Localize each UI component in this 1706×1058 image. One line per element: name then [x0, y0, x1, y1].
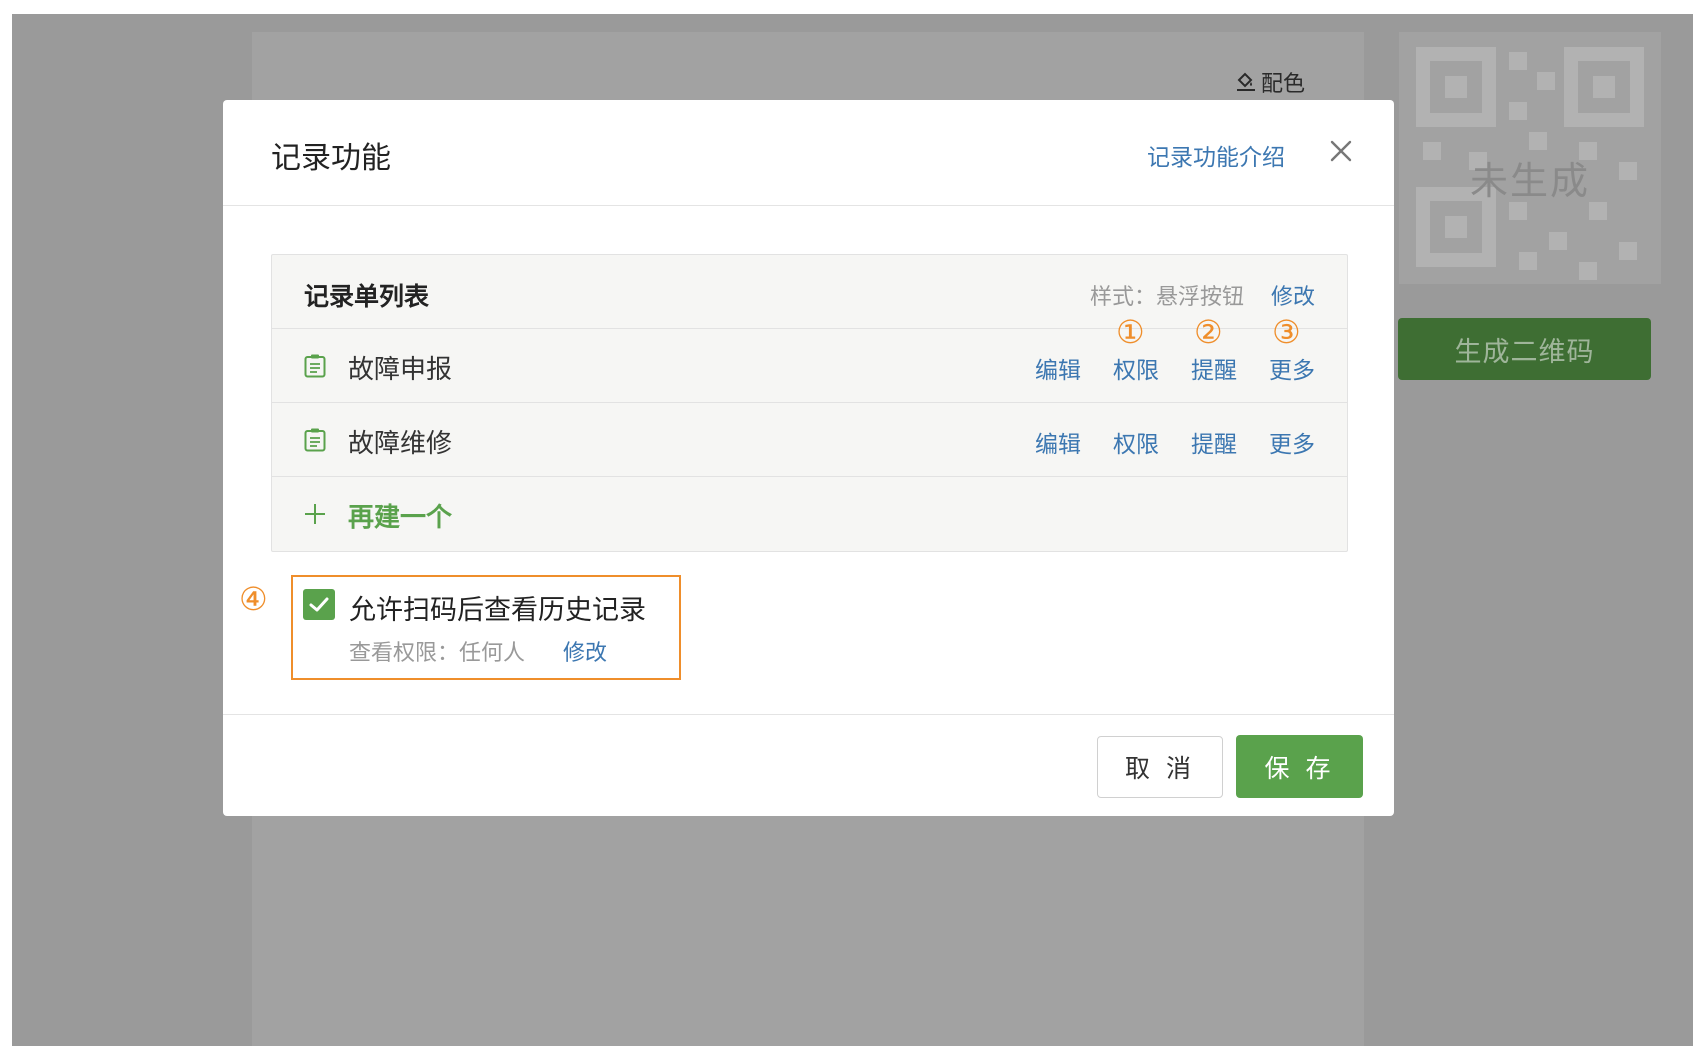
permission-link[interactable]: 权限: [1113, 351, 1159, 385]
list-item: 故障申报 编辑 权限 提醒 更多: [272, 329, 1347, 403]
style-label: 样式：悬浮按钮: [1089, 285, 1244, 310]
dialog-footer: 取 消 保 存: [223, 714, 1394, 816]
dialog-title: 记录功能: [271, 141, 391, 176]
dialog-header: 记录功能 记录功能介绍: [223, 100, 1394, 206]
document-icon: [304, 354, 326, 378]
history-permission-section: 允许扫码后查看历史记录 查看权限：任何人 修改: [291, 575, 681, 680]
annotation-marker-2: ②: [1194, 313, 1223, 351]
record-name: 故障申报: [348, 355, 453, 385]
color-scheme-link: 配色: [1235, 66, 1305, 98]
annotation-marker-3: ③: [1272, 313, 1301, 351]
style-edit-link[interactable]: 修改: [1271, 279, 1315, 311]
view-permission-edit-link[interactable]: 修改: [563, 635, 607, 667]
add-another-button[interactable]: 再建一个: [348, 497, 452, 534]
plus-icon[interactable]: [304, 503, 326, 525]
permission-link[interactable]: 权限: [1113, 425, 1159, 459]
generate-qr-button: 生成二维码: [1398, 318, 1651, 380]
edit-link[interactable]: 编辑: [1035, 351, 1081, 385]
checkmark-icon: [309, 597, 329, 611]
edit-link[interactable]: 编辑: [1035, 425, 1081, 459]
close-icon[interactable]: [1326, 136, 1356, 166]
record-list-header: 记录单列表 样式：悬浮按钮 修改: [272, 255, 1347, 329]
document-icon: [304, 428, 326, 452]
annotation-marker-1: ①: [1116, 313, 1145, 351]
record-function-intro-link[interactable]: 记录功能介绍: [1147, 138, 1285, 172]
qr-code-placeholder: 未生成: [1399, 32, 1661, 284]
remind-link[interactable]: 提醒: [1191, 351, 1237, 385]
color-scheme-label: 配色: [1261, 72, 1306, 97]
paint-bucket-icon: [1237, 72, 1255, 91]
allow-history-label: 允许扫码后查看历史记录: [349, 595, 646, 626]
more-link[interactable]: 更多: [1269, 425, 1315, 459]
record-list-panel: 记录单列表 样式：悬浮按钮 修改 故障申报 编辑 权限 提醒 更多 故障维修 编…: [271, 254, 1348, 552]
qr-not-generated-text: 未生成: [1469, 159, 1590, 203]
record-function-dialog: 记录功能 记录功能介绍 记录单列表 样式：悬浮按钮 修改 故障申报 编辑 权限 …: [223, 100, 1394, 816]
save-button[interactable]: 保 存: [1236, 735, 1363, 798]
annotation-marker-4: ④: [239, 580, 268, 618]
view-permission-label: 查看权限：任何人: [349, 641, 526, 666]
add-record-row[interactable]: 再建一个: [272, 477, 1347, 551]
remind-link[interactable]: 提醒: [1191, 425, 1237, 459]
cancel-button[interactable]: 取 消: [1097, 736, 1223, 798]
more-link[interactable]: 更多: [1269, 351, 1315, 385]
allow-history-checkbox[interactable]: [303, 589, 335, 620]
record-list-title: 记录单列表: [304, 282, 430, 311]
record-name: 故障维修: [348, 429, 453, 459]
list-item: 故障维修 编辑 权限 提醒 更多: [272, 403, 1347, 477]
